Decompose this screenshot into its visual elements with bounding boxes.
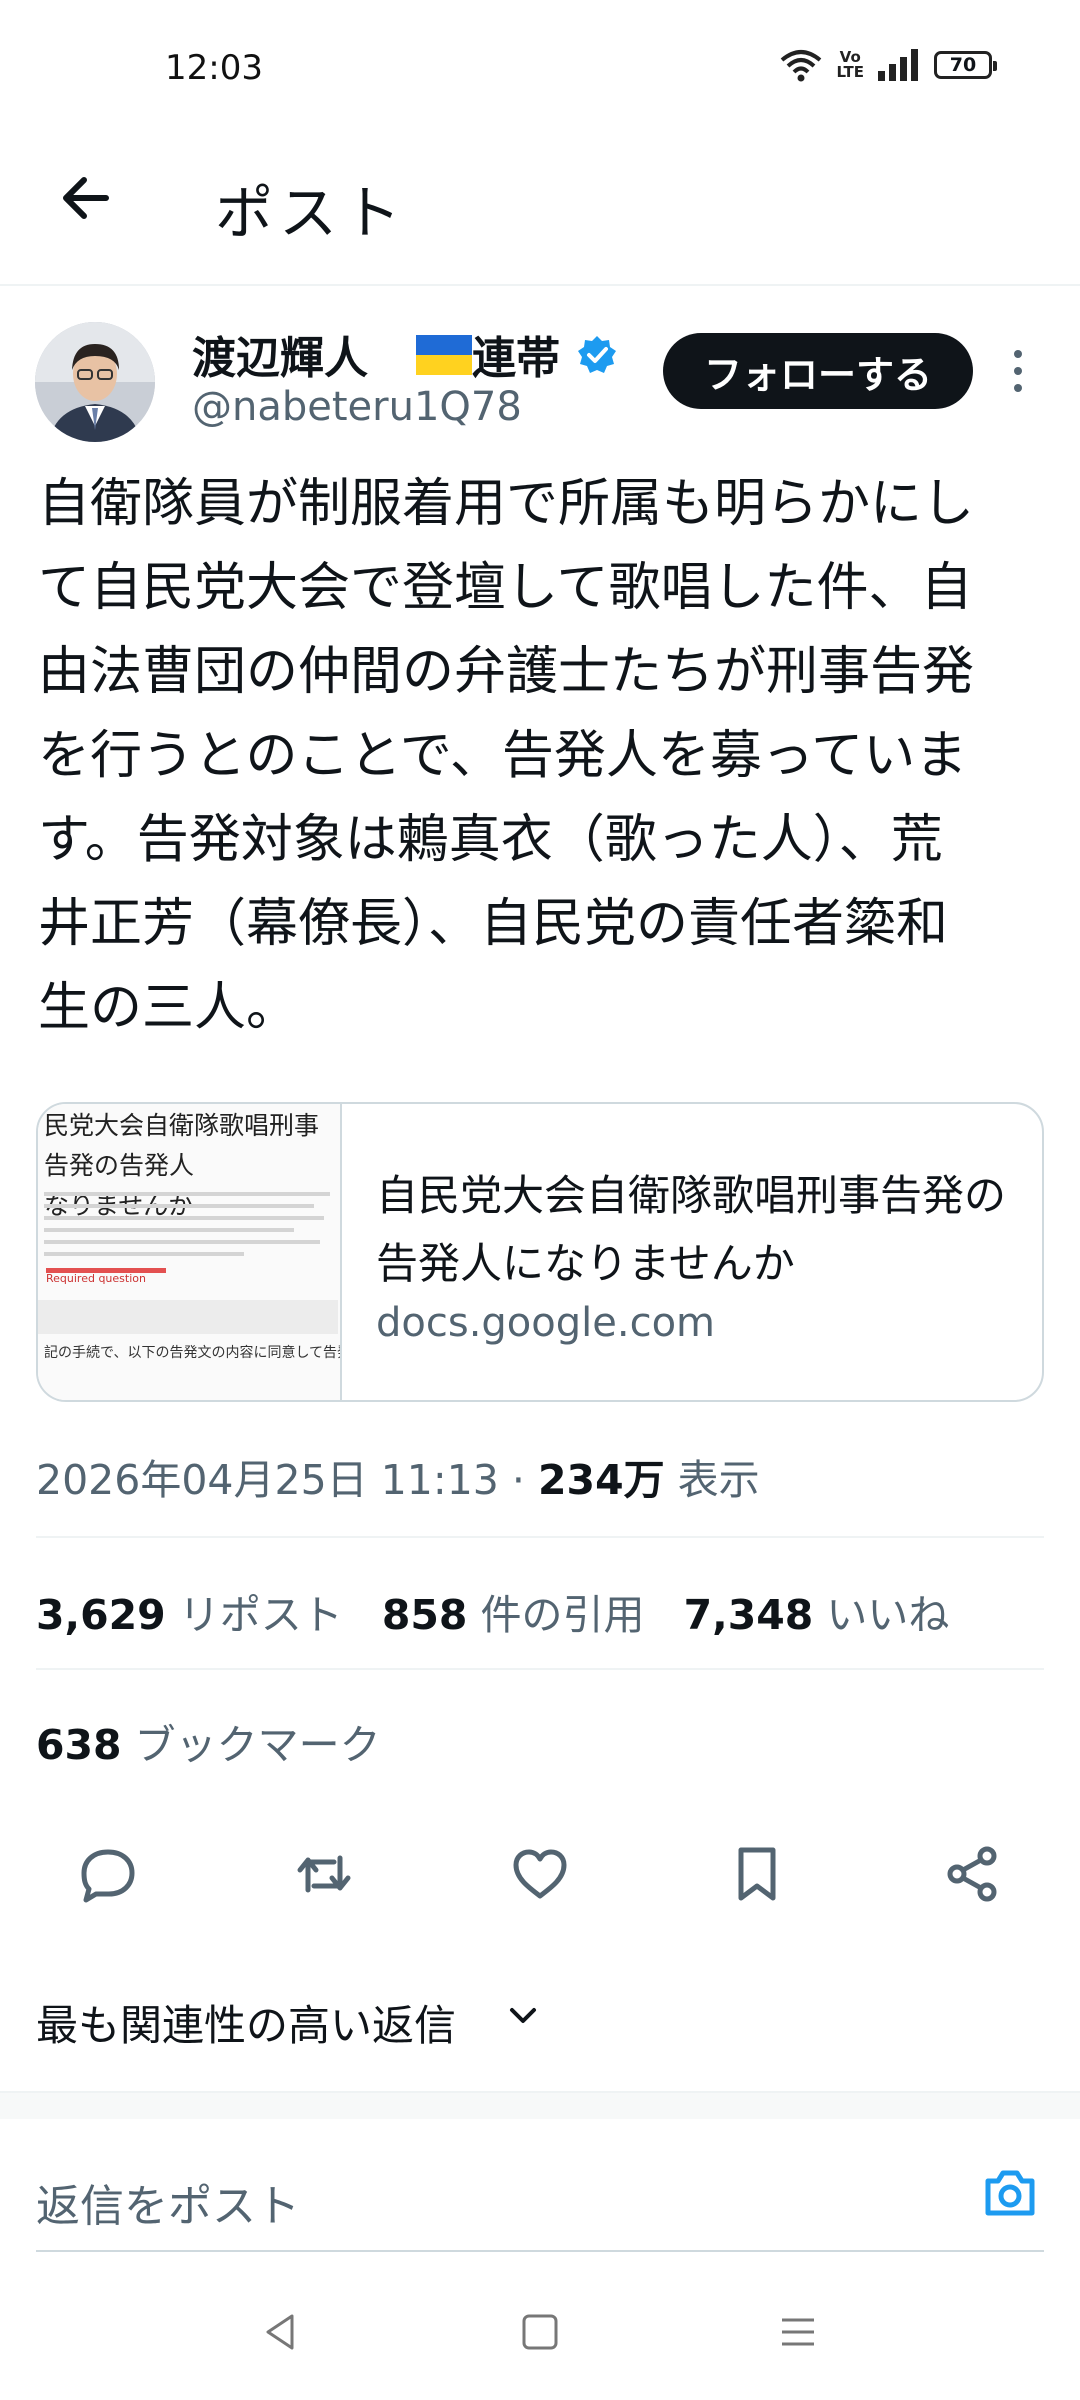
- more-options-icon[interactable]: [1006, 346, 1030, 396]
- battery-icon: 70: [934, 51, 997, 79]
- thumbnail-band: [38, 1300, 338, 1334]
- like-icon[interactable]: [510, 1844, 570, 1904]
- thumbnail-text-line: [44, 1228, 294, 1232]
- thumbnail-text-line: [44, 1216, 324, 1220]
- meta-separator: ·: [511, 1456, 525, 1504]
- quotes-label: 件の引用: [480, 1591, 645, 1639]
- reply-input[interactable]: 返信をポスト: [36, 2170, 300, 2234]
- thumbnail-text-line: [44, 1204, 314, 1208]
- stats-divider: [36, 1668, 1044, 1670]
- reposts-label: リポスト: [178, 1591, 343, 1639]
- link-card-title: 自民党大会自衛隊歌唱刑事告発の告発人になりませんか: [376, 1171, 1007, 1288]
- author-handle[interactable]: @nabeteru1Q78: [192, 384, 522, 430]
- signal-icon: [878, 49, 918, 81]
- author-name-suffix[interactable]: 連帯: [472, 322, 560, 386]
- camera-icon[interactable]: [980, 2163, 1040, 2223]
- bookmarks-stat[interactable]: 638 ブックマーク: [36, 1711, 381, 1771]
- tweet-text: 自衛隊員が制服着用で所属も明らかにし て自民党大会で登壇して歌唱した件、自 由法…: [38, 474, 975, 1038]
- link-card-domain: docs.google.com: [376, 1300, 716, 1346]
- thumbnail-bottom-text: 記の手続で、以下の告発文の内容に同意して告発人になって頂けるでしょう: [44, 1345, 340, 1361]
- replies-sort-dropdown[interactable]: 最も関連性の高い返信: [36, 1992, 456, 2053]
- bookmarks-count: 638: [36, 1721, 122, 1769]
- ukraine-flag-icon: [416, 335, 472, 375]
- header-divider: [0, 284, 1080, 286]
- volte-icon: Vo LTE: [836, 48, 864, 81]
- stats-row: 3,629 リポスト 858 件の引用 7,348 いいね: [36, 1581, 949, 1641]
- thumbnail-required-text: Required question: [46, 1272, 146, 1285]
- reposts-stat[interactable]: 3,629 リポスト: [36, 1591, 343, 1639]
- reply-icon[interactable]: [78, 1844, 138, 1904]
- verified-badge-icon[interactable]: [577, 335, 617, 375]
- view-count: 234万: [538, 1456, 665, 1504]
- composer-divider: [36, 2250, 1044, 2252]
- battery-level: 70: [949, 54, 977, 76]
- thumbnail-text-line: [44, 1192, 330, 1196]
- section-divider: [0, 2091, 1080, 2119]
- share-icon[interactable]: [943, 1844, 1003, 1904]
- link-card-thumbnail: 民党大会自衛隊歌唱刑事告発の告発人 なりませんか Required questi…: [38, 1104, 342, 1400]
- nav-back-icon[interactable]: [258, 2310, 302, 2354]
- chevron-down-icon[interactable]: [508, 2006, 538, 2026]
- quotes-stat[interactable]: 858 件の引用: [382, 1591, 645, 1639]
- likes-count: 7,348: [683, 1591, 814, 1639]
- thumbnail-text-line: [44, 1252, 244, 1256]
- nav-home-icon[interactable]: [518, 2310, 562, 2354]
- quotes-count: 858: [381, 1591, 468, 1639]
- repost-icon[interactable]: [294, 1844, 354, 1904]
- status-icons: Vo LTE 70: [780, 48, 997, 82]
- author-name[interactable]: 渡辺輝人: [192, 322, 368, 386]
- arrow-left-icon[interactable]: [56, 168, 116, 228]
- nav-menu-icon[interactable]: [776, 2310, 820, 2354]
- likes-label: いいね: [826, 1591, 950, 1639]
- follow-button[interactable]: フォローする: [663, 333, 973, 409]
- link-card[interactable]: 民党大会自衛隊歌唱刑事告発の告発人 なりませんか Required questi…: [36, 1102, 1044, 1402]
- wifi-icon: [781, 50, 822, 82]
- view-label: 表示: [677, 1456, 760, 1504]
- avatar[interactable]: [35, 322, 155, 442]
- post-datetime[interactable]: 2026年04月25日 11:13: [36, 1456, 499, 1504]
- reposts-count: 3,629: [36, 1591, 166, 1639]
- thumbnail-text-line: [44, 1240, 320, 1244]
- bookmark-icon[interactable]: [727, 1844, 787, 1904]
- status-time: 12:03: [165, 48, 263, 88]
- page-title: ポスト: [215, 179, 408, 247]
- meta-divider: [36, 1536, 1044, 1538]
- thumbnail-title: 民党大会自衛隊歌唱刑事告発の告発人 なりませんか: [44, 1111, 320, 1220]
- bookmarks-label: ブックマーク: [134, 1721, 381, 1769]
- post-meta: 2026年04月25日 11:13 · 234万 表示: [36, 1446, 760, 1506]
- likes-stat[interactable]: 7,348 いいね: [684, 1591, 950, 1639]
